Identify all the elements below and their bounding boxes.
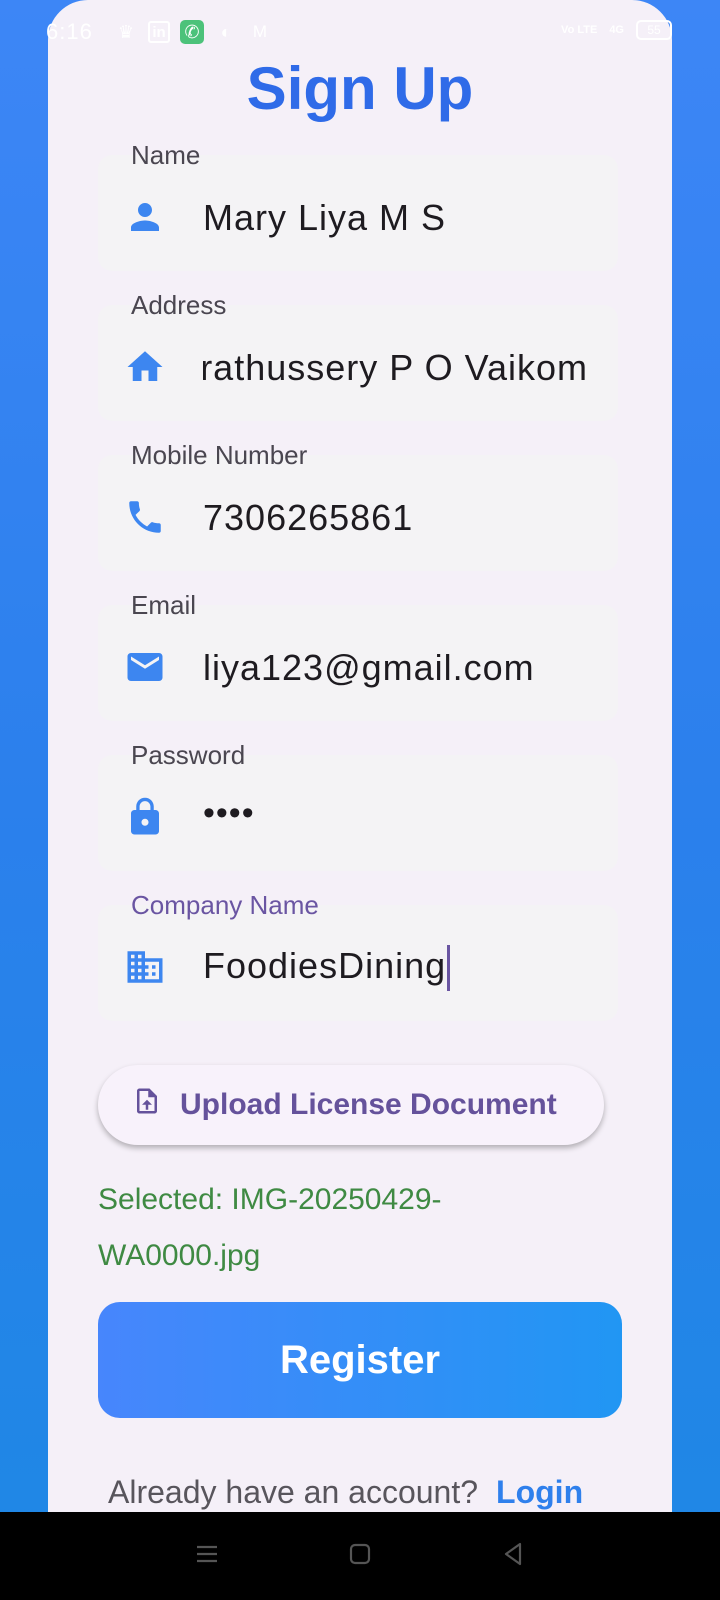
name-input[interactable]: Mary Liya M S xyxy=(203,197,446,239)
email-input[interactable]: liya123@gmail.com xyxy=(203,647,535,689)
battery-level: 55 xyxy=(647,23,661,37)
menu-icon[interactable] xyxy=(192,1539,222,1574)
lock-icon xyxy=(124,796,166,838)
linkedin-icon: in xyxy=(148,21,170,43)
company-name-field-label: Company Name xyxy=(131,890,319,920)
battery-icon: 55 xyxy=(636,20,672,40)
password-field[interactable] xyxy=(98,755,618,871)
gmail-icon: M xyxy=(252,22,268,41)
login-prompt: Already have an account? xyxy=(108,1474,479,1510)
register-button[interactable]: Register xyxy=(98,1302,622,1418)
mobile-input[interactable]: 7306265861 xyxy=(203,497,413,539)
system-nav-bar xyxy=(0,1512,720,1600)
status-time: 6:16 xyxy=(46,19,93,44)
signal-4g-label: 4G xyxy=(609,23,624,36)
home-nav-icon[interactable] xyxy=(345,1539,375,1574)
upload-license-label: Upload License Document xyxy=(180,1088,557,1121)
address-input-text: rathussery P O Vaikom xyxy=(203,347,588,388)
whatsapp-call-icon: ✆ xyxy=(180,20,204,44)
mobile-field-label: Mobile Number xyxy=(131,440,308,470)
company-name-input[interactable]: FoodiesDining xyxy=(203,945,451,992)
status-system-icons: Vo LTE 4G 55 xyxy=(561,20,672,40)
phone-icon xyxy=(124,496,166,538)
login-link[interactable]: Login xyxy=(496,1474,583,1510)
text-cursor xyxy=(447,945,451,992)
address-input[interactable]: rathussery P O Vaikom xyxy=(203,347,588,389)
person-icon xyxy=(124,196,166,238)
whatsapp-icon: ◐ xyxy=(220,21,232,42)
volte-label: Vo LTE xyxy=(561,23,598,36)
register-label: Register xyxy=(279,1337,441,1382)
password-field-label: Password xyxy=(131,740,246,770)
upload-license-button[interactable]: Upload License Document xyxy=(98,1065,604,1145)
mail-icon xyxy=(124,646,166,688)
selected-file-text: Selected: IMG-20250429-WA0000.jpg xyxy=(98,1183,442,1272)
name-field-label: Name xyxy=(131,140,201,170)
home-icon xyxy=(124,346,166,388)
status-notification-icons: ♛ in ✆ ◐ M xyxy=(114,20,272,44)
login-row: Already have an account? Login xyxy=(108,1474,583,1511)
email-field-label: Email xyxy=(131,590,197,620)
crown-icon: ♛ xyxy=(117,21,135,42)
back-icon[interactable] xyxy=(498,1539,528,1574)
upload-file-icon xyxy=(132,1086,162,1124)
business-icon xyxy=(124,946,166,988)
password-input[interactable]: •••• xyxy=(203,794,255,833)
company-name-text: FoodiesDining xyxy=(203,945,447,986)
page-title: Sign Up xyxy=(246,55,474,122)
address-field-label: Address xyxy=(131,290,227,320)
